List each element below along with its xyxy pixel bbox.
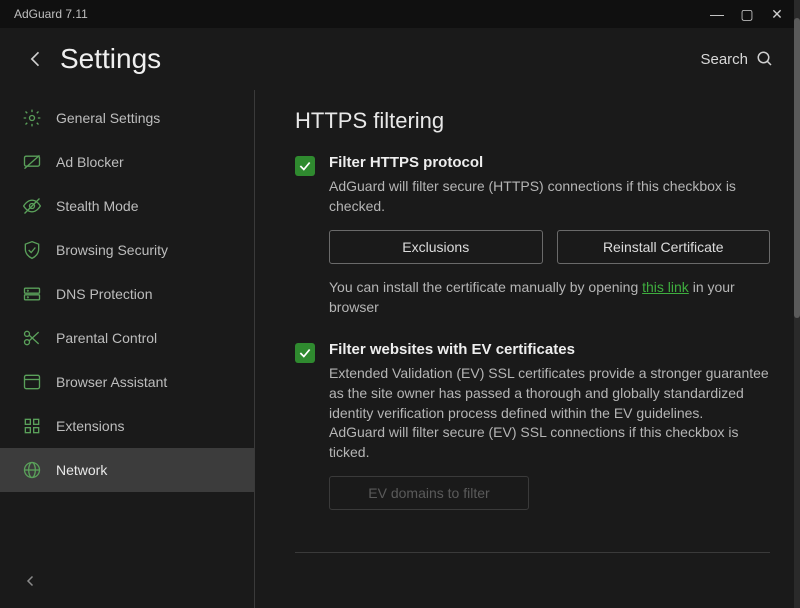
grid-icon xyxy=(22,416,42,436)
scrollbar-thumb[interactable] xyxy=(794,18,800,318)
setting-title: Filter websites with EV certificates xyxy=(329,341,770,358)
checkbox-filter-ev[interactable] xyxy=(295,343,315,363)
header: Settings Search xyxy=(0,28,800,90)
divider xyxy=(295,552,770,553)
shield-icon xyxy=(22,240,42,260)
window-title: AdGuard 7.11 xyxy=(14,7,88,21)
search-label: Search xyxy=(700,51,748,68)
sidebar-item-parental-control[interactable]: Parental Control xyxy=(0,316,254,360)
page-title: Settings xyxy=(60,43,700,75)
sidebar-item-label: General Settings xyxy=(56,110,160,126)
vertical-scrollbar[interactable] xyxy=(794,0,800,608)
search-button[interactable]: Search xyxy=(700,50,774,68)
sidebar: General Settings Ad Blocker Stealth Mode… xyxy=(0,90,255,608)
sidebar-item-general-settings[interactable]: General Settings xyxy=(0,96,254,140)
setting-desc: Extended Validation (EV) SSL certificate… xyxy=(329,364,770,462)
setting-filter-ev: Filter websites with EV certificates Ext… xyxy=(295,341,770,524)
sidebar-item-label: Network xyxy=(56,462,107,478)
chevron-left-icon[interactable] xyxy=(22,572,40,590)
note-pre: You can install the certificate manually… xyxy=(329,279,642,295)
certificate-link[interactable]: this link xyxy=(642,279,689,295)
globe-icon xyxy=(22,460,42,480)
setting-title: Filter HTTPS protocol xyxy=(329,154,770,171)
section-title: HTTPS filtering xyxy=(295,108,770,134)
close-button[interactable]: ✕ xyxy=(762,6,792,23)
ev-desc-1: Extended Validation (EV) SSL certificate… xyxy=(329,365,769,420)
ev-domains-button[interactable]: EV domains to filter xyxy=(329,476,529,510)
sidebar-item-label: Stealth Mode xyxy=(56,198,139,214)
sidebar-item-ad-blocker[interactable]: Ad Blocker xyxy=(0,140,254,184)
maximize-button[interactable]: ▢ xyxy=(732,6,762,23)
setting-filter-https: Filter HTTPS protocol AdGuard will filte… xyxy=(295,154,770,317)
eye-slash-icon xyxy=(22,196,42,216)
sidebar-item-label: Parental Control xyxy=(56,330,157,346)
minimize-button[interactable]: — xyxy=(702,6,732,22)
server-icon xyxy=(22,284,42,304)
search-icon xyxy=(756,50,774,68)
sidebar-item-extensions[interactable]: Extensions xyxy=(0,404,254,448)
sidebar-item-label: Browser Assistant xyxy=(56,374,167,390)
certificate-note: You can install the certificate manually… xyxy=(329,278,770,317)
sidebar-item-label: DNS Protection xyxy=(56,286,152,302)
sidebar-item-label: Ad Blocker xyxy=(56,154,124,170)
content: HTTPS filtering Filter HTTPS protocol Ad… xyxy=(255,90,800,608)
ev-desc-2: AdGuard will filter secure (EV) SSL conn… xyxy=(329,424,739,460)
sidebar-footer xyxy=(0,554,254,608)
sidebar-item-label: Extensions xyxy=(56,418,124,434)
exclusions-button[interactable]: Exclusions xyxy=(329,230,543,264)
setting-desc: AdGuard will filter secure (HTTPS) conne… xyxy=(329,177,770,216)
window-icon xyxy=(22,372,42,392)
message-slash-icon xyxy=(22,152,42,172)
back-icon[interactable] xyxy=(26,49,46,69)
sidebar-item-browsing-security[interactable]: Browsing Security xyxy=(0,228,254,272)
checkbox-filter-https[interactable] xyxy=(295,156,315,176)
sidebar-item-stealth-mode[interactable]: Stealth Mode xyxy=(0,184,254,228)
reinstall-certificate-button[interactable]: Reinstall Certificate xyxy=(557,230,771,264)
sidebar-item-label: Browsing Security xyxy=(56,242,168,258)
sidebar-item-browser-assistant[interactable]: Browser Assistant xyxy=(0,360,254,404)
sidebar-item-network[interactable]: Network xyxy=(0,448,254,492)
scissors-icon xyxy=(22,328,42,348)
titlebar: AdGuard 7.11 — ▢ ✕ xyxy=(0,0,800,28)
check-icon xyxy=(298,159,312,173)
check-icon xyxy=(298,346,312,360)
gear-icon xyxy=(22,108,42,128)
sidebar-item-dns-protection[interactable]: DNS Protection xyxy=(0,272,254,316)
